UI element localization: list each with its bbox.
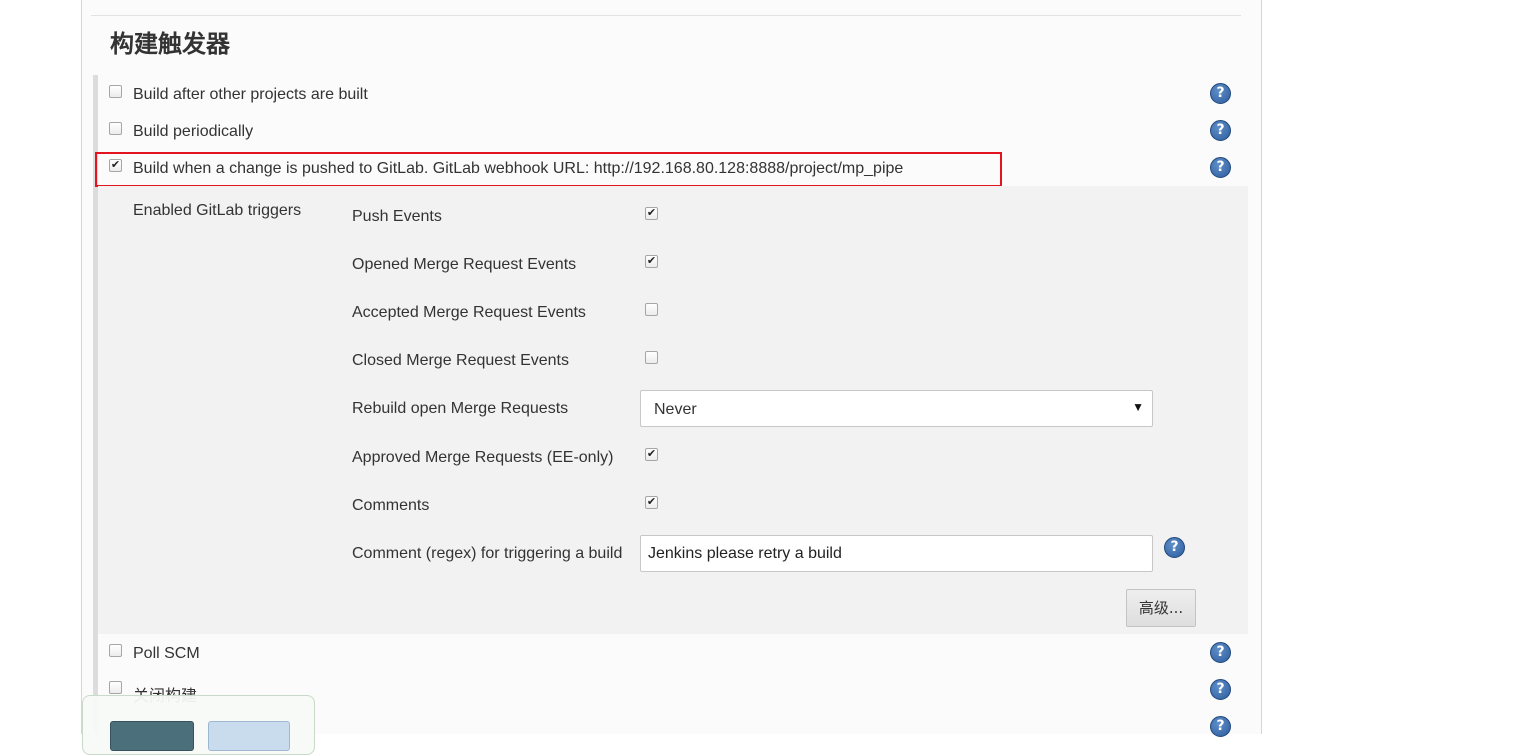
enabled-gitlab-triggers-label: Enabled GitLab triggers xyxy=(133,202,302,219)
comments-label: Comments xyxy=(352,497,430,514)
rebuild-open-mr-value: Never xyxy=(654,401,697,418)
comment-regex-label: Comment (regex) for triggering a build xyxy=(352,545,623,562)
approved-mr-label: Approved Merge Requests (EE-only) xyxy=(352,449,614,466)
comment-regex-input[interactable] xyxy=(640,535,1153,572)
closed-mr-events-label: Closed Merge Request Events xyxy=(352,352,569,369)
help-icon[interactable]: ? xyxy=(1210,120,1231,141)
poll-scm-checkbox[interactable] xyxy=(109,644,122,657)
rebuild-open-mr-select[interactable]: Never ▼ xyxy=(640,390,1153,427)
build-periodically-label: Build periodically xyxy=(133,123,254,140)
dropdown-arrow-icon: ▼ xyxy=(1132,400,1144,414)
opened-mr-events-label: Opened Merge Request Events xyxy=(352,256,577,273)
opened-mr-events-checkbox[interactable]: ✔ xyxy=(645,255,658,268)
section-divider xyxy=(91,15,1241,16)
poll-scm-label: Poll SCM xyxy=(133,645,200,662)
rebuild-open-mr-label: Rebuild open Merge Requests xyxy=(352,400,569,417)
push-events-label: Push Events xyxy=(352,208,442,225)
build-after-other-projects-label: Build after other projects are built xyxy=(133,86,368,103)
accepted-mr-events-label: Accepted Merge Request Events xyxy=(352,304,586,321)
help-icon[interactable]: ? xyxy=(1210,83,1231,104)
annotation-highlight-box xyxy=(95,152,1002,187)
save-button[interactable] xyxy=(110,721,194,751)
help-icon[interactable]: ? xyxy=(1164,537,1185,558)
help-icon[interactable]: ? xyxy=(1210,679,1231,700)
disable-build-checkbox[interactable] xyxy=(109,681,122,694)
section-title: 构建触发器 xyxy=(110,30,230,58)
help-icon[interactable]: ? xyxy=(1210,642,1231,663)
build-after-other-projects-checkbox[interactable] xyxy=(109,85,122,98)
approved-mr-checkbox[interactable]: ✔ xyxy=(645,448,658,461)
accepted-mr-events-checkbox[interactable] xyxy=(645,303,658,316)
comments-checkbox[interactable]: ✔ xyxy=(645,496,658,509)
build-periodically-checkbox[interactable] xyxy=(109,122,122,135)
help-icon[interactable]: ? xyxy=(1210,157,1231,178)
apply-button[interactable] xyxy=(208,721,290,751)
closed-mr-events-checkbox[interactable] xyxy=(645,351,658,364)
push-events-checkbox[interactable]: ✔ xyxy=(645,207,658,220)
advanced-button[interactable]: 高级... xyxy=(1126,589,1196,627)
